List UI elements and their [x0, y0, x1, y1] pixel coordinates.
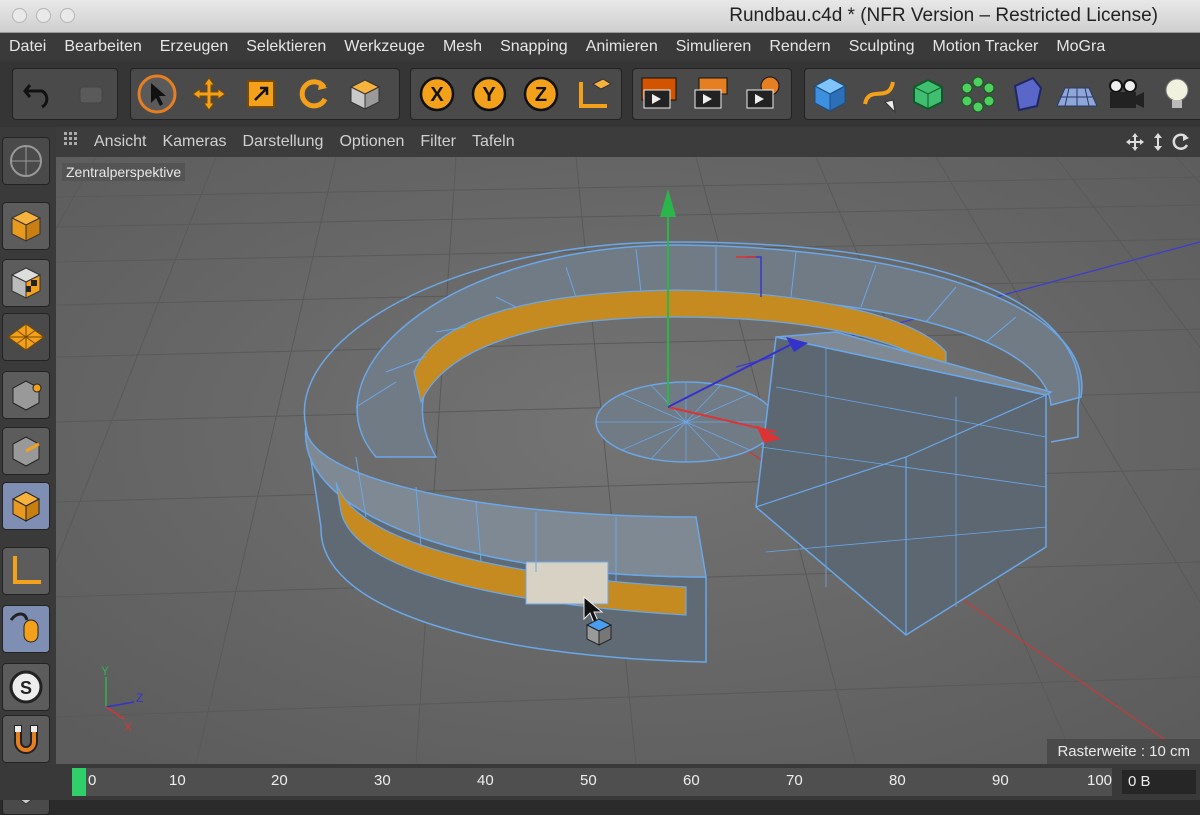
left-mode-sidebar: S [0, 127, 56, 815]
window-title: Rundbau.c4d * (NFR Version – Restricted … [729, 5, 1158, 26]
viewport-menu-optionen[interactable]: Optionen [331, 127, 412, 157]
tweak-mode-icon[interactable] [2, 605, 50, 653]
3d-viewport[interactable]: Y Z X Zentralperspektive Rasterweite : 1… [56, 157, 1200, 764]
tick-60: 60 [683, 772, 700, 789]
render-view-icon[interactable] [633, 69, 685, 119]
x-axis-lock-icon[interactable]: X [411, 69, 463, 119]
grid-spacing-label: Rasterweite : 10 cm [1047, 739, 1200, 764]
subdivision-nurbs-icon[interactable] [904, 69, 953, 119]
render-settings-icon[interactable] [737, 69, 789, 119]
axis-indicator-x-label: X [124, 720, 132, 734]
main-toolbar: X Y Z [0, 61, 1200, 127]
menu-snapping[interactable]: Snapping [491, 33, 577, 61]
menu-bar: Datei Bearbeiten Erzeugen Selektieren Werkze… [0, 33, 1200, 61]
tick-40: 40 [477, 772, 494, 789]
minimize-window-button[interactable] [36, 8, 51, 23]
zoom-window-button[interactable] [60, 8, 75, 23]
select-cursor-icon[interactable] [131, 69, 183, 119]
menu-erzeugen[interactable]: Erzeugen [151, 33, 238, 61]
viewport-menu-filter[interactable]: Filter [412, 127, 464, 157]
viewport-menu-bar: Ansicht Kameras Darstellung Optionen Filter T… [56, 127, 1200, 157]
current-frame-field[interactable]: 0 B [1122, 770, 1196, 794]
workplane-icon[interactable] [2, 313, 50, 361]
cloner-icon[interactable] [953, 69, 1002, 119]
menu-motion-tracker[interactable]: Motion Tracker [924, 33, 1048, 61]
tick-70: 70 [786, 772, 803, 789]
deformer-icon[interactable] [1003, 69, 1052, 119]
viewport-menu-kameras[interactable]: Kameras [154, 127, 234, 157]
timeline-ruler[interactable]: 0 10 20 30 40 50 60 70 80 90 100 [72, 768, 1112, 796]
menu-werkzeuge[interactable]: Werkzeuge [335, 33, 434, 61]
menu-animieren[interactable]: Animieren [577, 33, 667, 61]
rotate-icon[interactable] [287, 69, 339, 119]
viewport-menu-ansicht[interactable]: Ansicht [86, 127, 154, 157]
tick-20: 20 [271, 772, 288, 789]
z-axis-label: Z [535, 84, 547, 106]
tick-100: 100 [1087, 772, 1113, 789]
menu-simulieren[interactable]: Simulieren [667, 33, 761, 61]
tick-80: 80 [889, 772, 906, 789]
pan-view-icon[interactable] [1126, 133, 1144, 151]
menu-bearbeiten[interactable]: Bearbeiten [55, 33, 150, 61]
scale-icon[interactable] [235, 69, 287, 119]
axis-lock-group: X Y Z [410, 68, 622, 120]
y-axis-lock-icon[interactable]: Y [463, 69, 515, 119]
playhead[interactable] [72, 768, 86, 796]
render-group [632, 68, 792, 120]
rotate-view-icon[interactable] [1172, 133, 1189, 150]
menu-datei[interactable]: Datei [0, 33, 55, 61]
light-icon[interactable] [1151, 69, 1200, 119]
viewport-camera-label: Zentralperspektive [62, 163, 186, 181]
solo-mode-icon[interactable]: S [2, 663, 50, 711]
move-icon[interactable] [183, 69, 235, 119]
viewport-grip-icon[interactable] [56, 127, 86, 157]
tick-0: 0 [88, 772, 97, 789]
menu-selektieren[interactable]: Selektieren [237, 33, 335, 61]
title-bar: Rundbau.c4d * (NFR Version – Restricted … [0, 0, 1200, 33]
spline-pen-icon[interactable] [854, 69, 903, 119]
menu-mograph[interactable]: MoGra [1047, 33, 1114, 61]
selected-polygon[interactable] [525, 561, 609, 605]
axis-indicator-z-label: Z [136, 691, 143, 705]
camera-icon[interactable] [1101, 69, 1150, 119]
z-axis-lock-icon[interactable]: Z [515, 69, 567, 119]
render-picture-viewer-icon[interactable] [685, 69, 737, 119]
redo-icon[interactable] [65, 69, 117, 119]
viewport-menu-tafeln[interactable]: Tafeln [464, 127, 523, 157]
menu-rendern[interactable]: Rendern [760, 33, 839, 61]
svg-text:S: S [20, 678, 32, 698]
viewport-menu-darstellung[interactable]: Darstellung [235, 127, 332, 157]
y-axis-label: Y [482, 84, 496, 106]
undo-group [12, 68, 118, 120]
viewport-scene[interactable]: Y Z X [56, 157, 1200, 764]
close-window-button[interactable] [12, 8, 27, 23]
tick-30: 30 [374, 772, 391, 789]
x-axis-label: X [430, 84, 444, 106]
object-tools-group [804, 68, 1200, 120]
cube-primitive-icon[interactable] [805, 69, 854, 119]
transform-tools-group [130, 68, 400, 120]
viewport-nav-icons [1126, 133, 1196, 156]
axis-mode-icon[interactable] [2, 547, 50, 595]
menu-sculpting[interactable]: Sculpting [840, 33, 924, 61]
floor-icon[interactable] [1052, 69, 1101, 119]
model-mode-icon[interactable] [339, 69, 391, 119]
tick-90: 90 [992, 772, 1009, 789]
points-mode-icon[interactable] [2, 371, 50, 419]
axis-indicator-y-label: Y [101, 664, 109, 678]
object-hint-cube-icon [585, 618, 613, 646]
texture-mode-icon[interactable] [2, 259, 50, 307]
coordinate-system-icon[interactable] [567, 69, 619, 119]
snap-icon[interactable] [2, 715, 50, 763]
model-mode-sidebar-icon[interactable] [2, 202, 50, 250]
polygons-mode-icon[interactable] [2, 482, 50, 530]
edges-mode-icon[interactable] [2, 427, 50, 475]
timeline: 0 10 20 30 40 50 60 70 80 90 100 0 B [0, 764, 1200, 800]
undo-icon[interactable] [13, 69, 65, 119]
tick-10: 10 [169, 772, 186, 789]
menu-mesh[interactable]: Mesh [434, 33, 491, 61]
make-editable-icon[interactable] [2, 137, 50, 185]
zoom-view-icon[interactable] [1154, 133, 1162, 151]
tick-50: 50 [580, 772, 597, 789]
